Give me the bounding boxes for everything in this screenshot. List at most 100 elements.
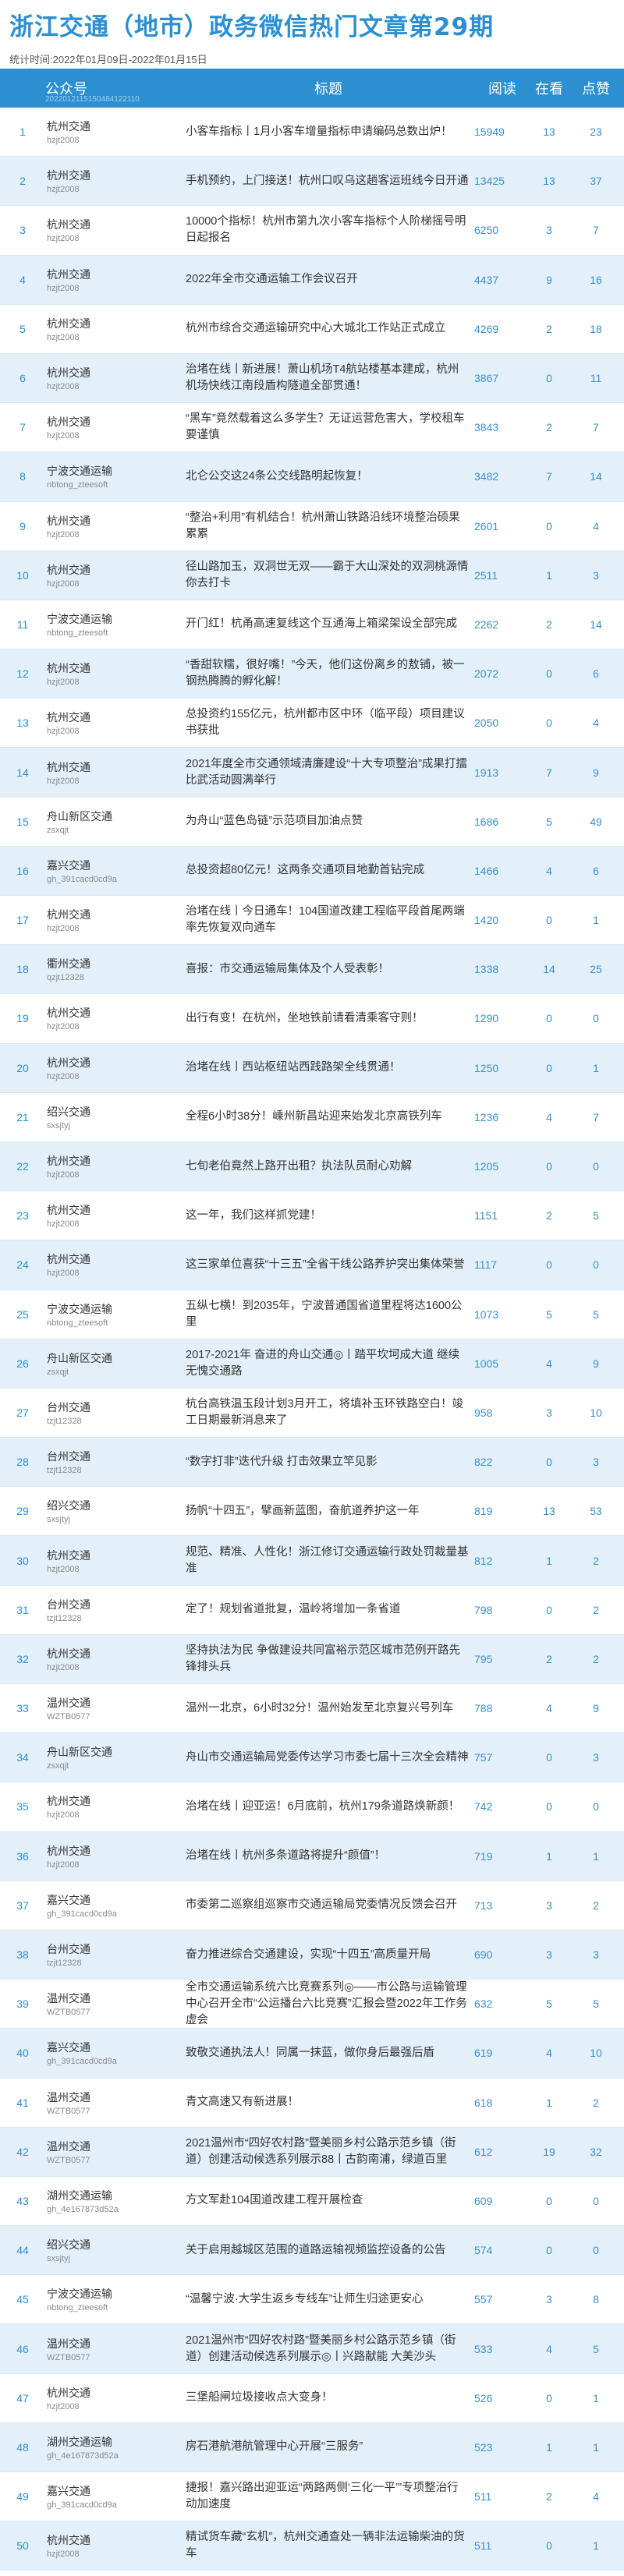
article-title[interactable]: “香甜软糯，很好嘴！”今天，他们这份离乡的敖铺，被一钢热腾腾的孵化解！ (183, 649, 474, 698)
table-row[interactable]: 23 杭州交通 hzjt2008 这一年，我们这样抓党建！ 1151 2 5 (0, 1191, 624, 1241)
table-row[interactable]: 32 杭州交通 hzjt2008 坚持执法为民 争做建设共同富裕示范区城市范例开路先锋… (0, 1634, 624, 1684)
table-row[interactable]: 9 杭州交通 hzjt2008 “整治+利用”有机结合！杭州萧山铁路沿线环境整治硕果累… (0, 501, 624, 551)
table-row[interactable]: 30 杭州交通 hzjt2008 规范、精准、人性化！浙江修订交通运输行政处罚裁量基准… (0, 1536, 624, 1586)
article-title[interactable]: 治堵在线丨迎亚运！6月底前，杭州179条道路焕新颜！ (183, 1782, 474, 1831)
article-title[interactable]: 出行有变！在杭州，坐地铁前请看清乘客守则！ (183, 994, 474, 1042)
table-row[interactable]: 2 杭州交通 hzjt2008 手机预约，上门接送！杭州口叹乌这趟客运班线今日开通 13… (0, 157, 624, 207)
table-row[interactable]: 5 杭州交通 hzjt2008 杭州市综合交通运输研究中心大城北工作站正式成立 4269… (0, 304, 624, 354)
table-row[interactable]: 38 台州交通 tzjt12328 奋力推进综合交通建设，实现“十四五”高质量开局 69… (0, 1930, 624, 1980)
table-row[interactable]: 44 绍兴交通 sxsjtyj 关于启用越城区范围的道路运输视频监控设备的公告 574 0… (0, 2226, 624, 2276)
table-row[interactable]: 15 舟山新区交通 zsxqjt 为舟山“蓝色岛链”示范项目加油点赞 1686 5 49 (0, 797, 624, 847)
table-row[interactable]: 12 杭州交通 hzjt2008 “香甜软糯，很好嘴！”今天，他们这份离乡的敖铺，被一… (0, 649, 624, 699)
article-title[interactable]: 总投资约155亿元，杭州都市区中环（临平段）项目建议书获批 (183, 699, 474, 747)
table-row[interactable]: 42 温州交通 WZTB0577 2021温州市“四好农村路”暨美丽乡村公路示范乡镇（… (0, 2127, 624, 2177)
table-row[interactable]: 48 湖州交通运输 gh_4e167873d52a 房石港航港航管理中心开展“三服务”… (0, 2422, 624, 2472)
table-row[interactable]: 37 嘉兴交通 gh_391cacd0cd9a 市委第二巡察组巡察市交通运输局党委情况… (0, 1881, 624, 1930)
article-title[interactable]: 手机预约，上门接送！杭州口叹乌这趟客运班线今日开通 (183, 157, 474, 205)
table-row[interactable]: 33 温州交通 WZTB0577 温州一北京，6小时32分！温州始发至北京复兴号列车 7… (0, 1684, 624, 1734)
table-row[interactable]: 17 杭州交通 hzjt2008 治堵在线丨今日通车！104国道改建工程临平段首尾两端… (0, 896, 624, 946)
article-title[interactable]: 2021年度全市交通领域清廉建设“十大专项整治”成果打擂比武活动圆满举行 (183, 748, 474, 796)
table-row[interactable]: 4 杭州交通 hzjt2008 2022年全市交通运输工作会议召开 4437 9 16 (0, 255, 624, 305)
table-row[interactable]: 14 杭州交通 hzjt2008 2021年度全市交通领域清廉建设“十大专项整治”成果… (0, 748, 624, 798)
table-row[interactable]: 13 杭州交通 hzjt2008 总投资约155亿元，杭州都市区中环（临平段）项目建议… (0, 699, 624, 748)
article-title[interactable]: 10000个指标！杭州市第九次小客车指标个人阶梯摇号明日起报名 (183, 206, 474, 254)
article-title[interactable]: 关于启用越城区范围的道路运输视频监控设备的公告 (183, 2226, 474, 2274)
article-title[interactable]: 五纵七横！到2035年，宁波普通国省道里程将达1600公里 (183, 1290, 474, 1339)
article-title[interactable]: 开门红！杭甬高速复线这个互通海上箱梁架设全部完成 (183, 600, 474, 649)
table-row[interactable]: 26 舟山新区交通 zsxqjt 2017-2021年 奋进的舟山交通◎丨踏平坎坷成大… (0, 1339, 624, 1389)
article-title[interactable]: 小客车指标丨1月小客车增量指标申请编码总数出炉！ (183, 108, 474, 156)
table-row[interactable]: 45 宁波交通运输 nbtong_zteesoft “温馨宁波·大学生返乡专线车”让师… (0, 2275, 624, 2325)
article-title[interactable]: 为舟山“蓝色岛链”示范项目加油点赞 (183, 798, 474, 846)
table-row[interactable]: 27 台州交通 tzjt12328 杭台高铁温玉段计划3月开工，将填补玉环铁路空白！竣… (0, 1388, 624, 1438)
table-row[interactable]: 35 杭州交通 hzjt2008 治堵在线丨迎亚运！6月底前，杭州179条道路焕新颜！… (0, 1782, 624, 1832)
article-title[interactable]: 精试货车藏“玄机”，杭州交通查处一辆非法运输柴油的货车 (183, 2521, 474, 2570)
table-row[interactable]: 34 舟山新区交通 zsxqjt 舟山市交通运输局党委传达学习市委七届十三次全会精神 7… (0, 1733, 624, 1783)
article-title[interactable]: 扬帆“十四五”，擘画新蓝图，奋航道养护这一年 (183, 1487, 474, 1535)
table-row[interactable]: 39 温州交通 WZTB0577 全市交通运输系统六比竞赛系列◎——市公路与运输管理中… (0, 1980, 624, 2029)
article-title[interactable]: 治堵在线丨西站枢纽站西践路架全线贯通！ (183, 1044, 474, 1092)
article-title[interactable]: 规范、精准、人性化！浙江修订交通运输行政处罚裁量基准 (183, 1536, 474, 1584)
article-title[interactable]: 坚持执法为民 争做建设共同富裕示范区城市范例开路先锋排头兵 (183, 1635, 474, 1683)
article-title[interactable]: 治堵在线丨新进展！萧山机场T4航站楼基本建成，杭州机场快线江南段盾构隧道全部贯通… (183, 354, 474, 402)
article-title[interactable]: 方文军赴104国道改建工程开展检查 (183, 2177, 474, 2225)
article-title[interactable]: 全市交通运输系统六比竞赛系列◎——市公路与运输管理中心召开全市“公运播台六比竞赛… (183, 1980, 474, 2028)
article-title[interactable]: 总投资超80亿元！这两条交通项目地勤首钻完成 (183, 847, 474, 895)
table-row[interactable]: 16 嘉兴交通 gh_391cacd0cd9a 总投资超80亿元！这两条交通项目地勤首… (0, 846, 624, 896)
article-title[interactable]: “整治+利用”有机结合！杭州萧山铁路沿线环境整治硕果累累 (183, 502, 474, 550)
table-row[interactable]: 7 杭州交通 hzjt2008 “黑车”竟然载着这么多学生？无证运营危害大，学校租车要… (0, 403, 624, 453)
article-title[interactable]: 这一年，我们这样抓党建！ (183, 1191, 474, 1240)
article-title[interactable]: 2021温州市“四好农村路”暨美丽乡村公路示范乡镇（街道）创建活动候选系列展示8… (183, 2128, 474, 2176)
table-row[interactable]: 20 杭州交通 hzjt2008 治堵在线丨西站枢纽站西践路架全线贯通！ 1250 0 1 (0, 1043, 624, 1093)
article-title[interactable]: 径山路加玉，双洞世无双——霸于大山深处的双洞桃源情你去打卡 (183, 551, 474, 600)
table-row[interactable]: 49 嘉兴交通 gh_391cacd0cd9a 捷报！嘉兴路出迎亚运“两路两侧‘三化一… (0, 2472, 624, 2522)
article-title[interactable]: 2021温州市“四好农村路”暨美丽乡村公路示范乡镇（街道）创建活动候选系列展示◎… (183, 2324, 474, 2373)
table-row[interactable]: 11 宁波交通运输 nbtong_zteesoft 开门红！杭甬高速复线这个互通海上箱… (0, 600, 624, 650)
article-title[interactable]: 治堵在线丨杭州多条道路将提升“颜值”！ (183, 1832, 474, 1881)
article-title[interactable]: “数字打非”迭代升级 打击效果立竿见影 (183, 1438, 474, 1486)
table-row[interactable]: 41 温州交通 WZTB0577 青文高速又有新进展！ 618 1 2 (0, 2078, 624, 2128)
table-row[interactable]: 19 杭州交通 hzjt2008 出行有变！在杭州，坐地铁前请看清乘客守则！ 1290 0… (0, 994, 624, 1044)
article-title[interactable]: “温馨宁波·大学生返乡专线车”让师生归途更安心 (183, 2275, 474, 2323)
table-row[interactable]: 1 杭州交通 hzjt2008 小客车指标丨1月小客车增量指标申请编码总数出炉！ 159… (0, 108, 624, 157)
article-title[interactable]: 青文高速又有新进展！ (183, 2079, 474, 2127)
table-row[interactable]: 6 杭州交通 hzjt2008 治堵在线丨新进展！萧山机场T4航站楼基本建成，杭州机场… (0, 353, 624, 404)
table-row[interactable]: 28 台州交通 tzjt12328 “数字打非”迭代升级 打击效果立竿见影 822 0 3 (0, 1438, 624, 1488)
table-row[interactable]: 31 台州交通 tzjt12328 定了！规划省道批复，温岭将增加一条省道 798 0 2 (0, 1585, 624, 1635)
table-row[interactable]: 21 绍兴交通 sxsjtyj 全程6小时38分！嵊州新昌站迎来始发北京高铁列车 123… (0, 1092, 624, 1142)
table-row[interactable]: 40 嘉兴交通 gh_391cacd0cd9a 致敬交通执法人！同属一抹蓝，做你身后最… (0, 2029, 624, 2079)
table-row[interactable]: 50 杭州交通 hzjt2008 精试货车藏“玄机”，杭州交通查处一辆非法运输柴油的货… (0, 2521, 624, 2571)
article-title[interactable]: 定了！规划省道批复，温岭将增加一条省道 (183, 1586, 474, 1634)
article-title[interactable]: 这三家单位喜获“十三五”全省干线公路养护突出集体荣誉 (183, 1240, 474, 1289)
table-row[interactable]: 18 衢州交通 qzjt12328 喜报：市交通运输局集体及个人受表彰！ 1338 14 2… (0, 945, 624, 995)
article-title[interactable]: 温州一北京，6小时32分！温州始发至北京复兴号列车 (183, 1684, 474, 1732)
article-title[interactable]: 2022年全市交通运输工作会议召开 (183, 256, 474, 304)
article-title[interactable]: 三堡船闸垃圾接收点大变身！ (183, 2374, 474, 2422)
article-title[interactable]: 治堵在线丨今日通车！104国道改建工程临平段首尾两端率先恢复双向通车 (183, 896, 474, 944)
article-title[interactable]: 2017-2021年 奋进的舟山交通◎丨踏平坎坷成大道 继续无愧交通路 (183, 1339, 474, 1388)
article-title[interactable]: 全程6小时38分！嵊州新昌站迎来始发北京高铁列车 (183, 1093, 474, 1141)
table-row[interactable]: 36 杭州交通 hzjt2008 治堵在线丨杭州多条道路将提升“颜值”！ 719 1 1 (0, 1831, 624, 1881)
article-title[interactable]: 致敬交通执法人！同属一抹蓝，做你身后最强后盾 (183, 2029, 474, 2077)
article-title[interactable]: 杭州市综合交通运输研究中心大城北工作站正式成立 (183, 305, 474, 353)
article-title[interactable]: 捷报！嘉兴路出迎亚运“两路两侧‘三化一平’”专项整治行动加速度 (183, 2472, 474, 2521)
article-title[interactable]: 舟山市交通运输局党委传达学习市委七届十三次全会精神 (183, 1733, 474, 1782)
table-row[interactable]: 47 杭州交通 hzjt2008 三堡船闸垃圾接收点大变身！ 526 0 1 (0, 2373, 624, 2423)
article-title[interactable]: 房石港航港航管理中心开展“三服务” (183, 2423, 474, 2472)
table-row[interactable]: 43 湖州交通运输 gh_4e167873d52a 方文军赴104国道改建工程开展检查… (0, 2176, 624, 2227)
table-row[interactable]: 46 温州交通 WZTB0577 2021温州市“四好农村路”暨美丽乡村公路示范乡镇（… (0, 2324, 624, 2374)
article-title[interactable]: 北仑公交这24条公交线路明起恢复！ (183, 452, 474, 501)
table-row[interactable]: 8 宁波交通运输 nbtong_zteesoft 北仑公交这24条公交线路明起恢复！ 3… (0, 452, 624, 502)
article-title[interactable]: 喜报：市交通运输局集体及个人受表彰！ (183, 945, 474, 993)
article-title[interactable]: 奋力推进综合交通建设，实现“十四五”高质量开局 (183, 1930, 474, 1979)
article-title[interactable]: 杭台高铁温玉段计划3月开工，将填补玉环铁路空白！竣工日期最新消息来了 (183, 1389, 474, 1437)
article-title[interactable]: 七旬老伯竟然上路开出租？执法队员耐心劝解 (183, 1142, 474, 1191)
table-row[interactable]: 3 杭州交通 hzjt2008 10000个指标！杭州市第九次小客车指标个人阶梯摇号明… (0, 206, 624, 256)
table-row[interactable]: 22 杭州交通 hzjt2008 七旬老伯竟然上路开出租？执法队员耐心劝解 1205 0 0 (0, 1141, 624, 1192)
table-row[interactable]: 24 杭州交通 hzjt2008 这三家单位喜获“十三五”全省干线公路养护突出集体荣誉… (0, 1240, 624, 1290)
article-title[interactable]: “黑车”竟然载着这么多学生？无证运营危害大，学校租车要谨慎 (183, 403, 474, 451)
article-title[interactable]: 市委第二巡察组巡察市交通运输局党委情况反馈会召开 (183, 1881, 474, 1930)
table-row[interactable]: 29 绍兴交通 sxsjtyj 扬帆“十四五”，擘画新蓝图，奋航道养护这一年 819 13… (0, 1487, 624, 1537)
table-row[interactable]: 25 宁波交通运输 nbtong_zteesoft 五纵七横！到2035年，宁波普通国… (0, 1290, 624, 1339)
table-row[interactable]: 10 杭州交通 hzjt2008 径山路加玉，双洞世无双——霸于大山深处的双洞桃源情你… (0, 550, 624, 600)
